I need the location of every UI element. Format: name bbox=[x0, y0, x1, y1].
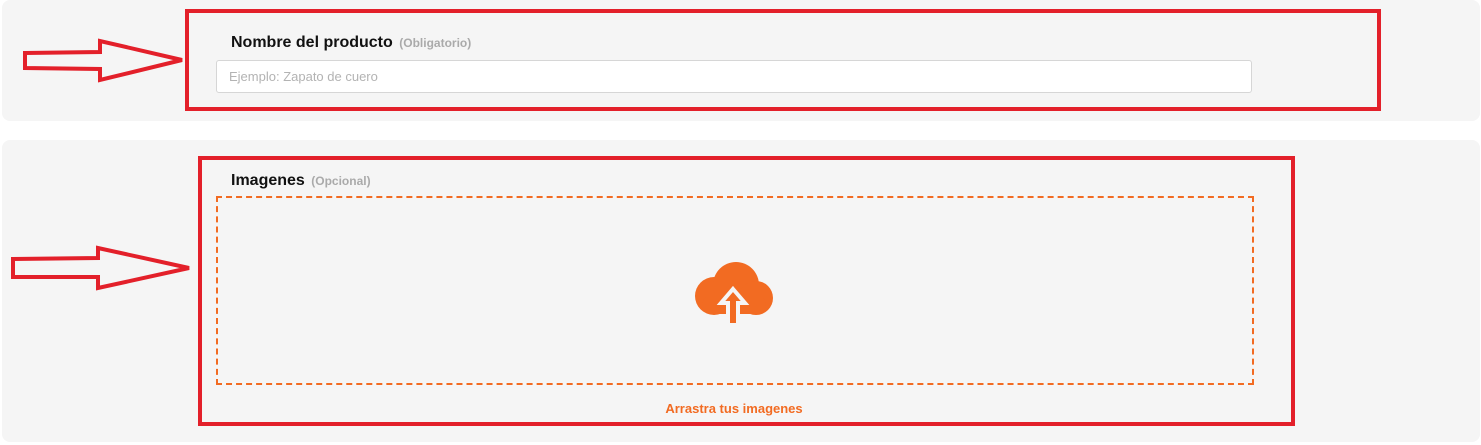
cloud-upload-icon[interactable] bbox=[692, 260, 776, 330]
product-name-label: Nombre del producto (Obligatorio) bbox=[231, 34, 471, 52]
required-hint: (Obligatorio) bbox=[399, 36, 472, 50]
images-label-text: Imagenes bbox=[231, 172, 305, 189]
optional-hint: (Opcional) bbox=[311, 174, 371, 188]
dropzone-caption: Arrastra tus imagenes bbox=[665, 401, 803, 416]
product-name-input[interactable] bbox=[216, 60, 1252, 93]
product-name-label-text: Nombre del producto bbox=[231, 34, 393, 51]
images-label: Imagenes (Opcional) bbox=[231, 172, 371, 190]
